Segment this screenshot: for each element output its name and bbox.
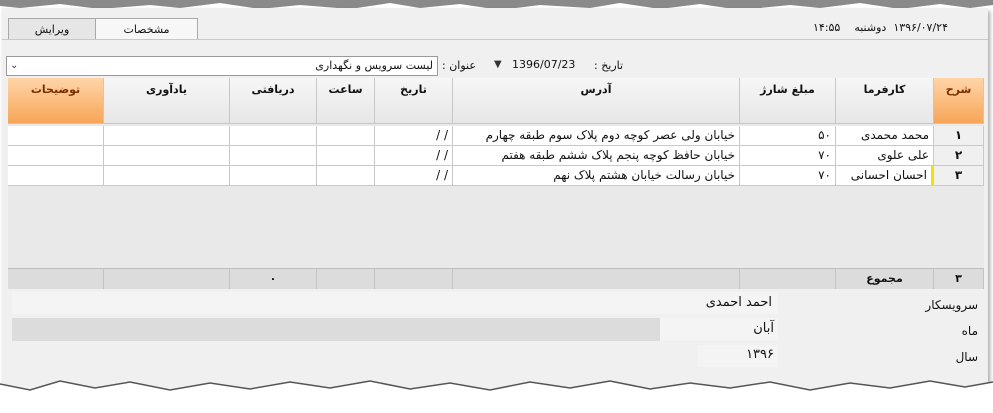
column-header-address[interactable]: آدرس: [453, 78, 740, 124]
month-label: ماه: [961, 324, 978, 338]
technician-label: سرویسکار: [925, 298, 978, 312]
date-cell[interactable]: / /: [375, 166, 453, 186]
date-filter-label: تاریخ :: [594, 59, 624, 72]
column-header-date[interactable]: تاریخ: [375, 78, 453, 124]
month-value: آبان: [753, 321, 774, 336]
row-index-cell[interactable]: ۲: [934, 146, 984, 166]
employer-cell[interactable]: محمد محمدی: [836, 126, 934, 146]
tab-strip: ویرایش مشخصات: [8, 18, 198, 40]
time-cell[interactable]: [317, 166, 375, 186]
summary-row: ۰ مجموع ۳: [8, 268, 984, 289]
reminder-cell[interactable]: [104, 146, 230, 166]
time-cell[interactable]: [317, 126, 375, 146]
employer-cell[interactable]: علی علوی: [836, 146, 934, 166]
year-value: ۱۳۹۶: [746, 347, 774, 362]
details-form: احمد احمدی سرویسکار آبان ماه ۱۳۹۶ سال: [8, 290, 984, 390]
employer-cell[interactable]: احسان احسانی: [836, 166, 934, 186]
column-header-reminder[interactable]: یادآوری: [104, 78, 230, 124]
tab-divider: [2, 39, 988, 40]
application-window: ویرایش مشخصات ۱۳۹۶/۰۷/۲۴ دوشنبه ۱۴:۵۵ تا…: [2, 8, 988, 400]
status-time: ۱۴:۵۵: [813, 21, 841, 34]
title-filter-label: عنوان :: [442, 59, 476, 72]
row-index-cell[interactable]: ۱: [934, 126, 984, 146]
status-day: دوشنبه: [854, 21, 887, 34]
date-cell[interactable]: / /: [375, 146, 453, 166]
status-date: ۱۳۹۶/۰۷/۲۴: [893, 21, 948, 34]
summary-time-cell: [317, 269, 375, 289]
notes-cell[interactable]: [8, 166, 104, 186]
tab-edit[interactable]: ویرایش: [8, 18, 96, 40]
address-cell[interactable]: خیابان رسالت خیابان هشتم پلاک نهم: [453, 166, 740, 186]
table-row[interactable]: / / خیابان حافظ کوچه پنجم پلاک ششم طبقه …: [8, 146, 984, 166]
technician-field[interactable]: احمد احمدی: [12, 292, 778, 314]
chevron-down-icon[interactable]: ⌄: [10, 57, 18, 75]
column-header-time[interactable]: ساعت: [317, 78, 375, 124]
column-header-received[interactable]: دریافتی: [230, 78, 317, 124]
status-datetime: ۱۳۹۶/۰۷/۲۴ دوشنبه ۱۴:۵۵: [813, 21, 948, 34]
address-cell[interactable]: خیابان حافظ کوچه پنجم پلاک ششم طبقه هفتم: [453, 146, 740, 166]
summary-received-total: ۰: [230, 269, 317, 289]
summary-date-cell: [375, 269, 453, 289]
date-filter-value: 1396/07/23: [512, 58, 576, 71]
year-label: سال: [955, 350, 978, 364]
tab-properties[interactable]: مشخصات: [95, 18, 198, 40]
title-select[interactable]: ⌄ لیست سرویس و نگهداری: [6, 56, 438, 76]
summary-charge-cell: [740, 269, 836, 289]
column-header-employer[interactable]: کارفرما: [836, 78, 934, 124]
notes-cell[interactable]: [8, 126, 104, 146]
received-cell[interactable]: [230, 126, 317, 146]
summary-address-cell: [453, 269, 740, 289]
title-select-value: لیست سرویس و نگهداری: [315, 59, 433, 72]
chevron-down-icon[interactable]: ▼: [494, 56, 502, 74]
month-field-filler: [12, 318, 660, 341]
column-header-charge[interactable]: مبلغ شارژ: [740, 78, 836, 124]
received-cell[interactable]: [230, 146, 317, 166]
column-header-notes[interactable]: توضیحات: [8, 78, 104, 124]
row-index-cell[interactable]: ۳: [934, 166, 984, 186]
torn-edge-bottom: [0, 380, 993, 413]
reminder-cell[interactable]: [104, 126, 230, 146]
table-row[interactable]: / / خیابان رسالت خیابان هشتم پلاک نهم ۷۰…: [8, 166, 984, 186]
service-grid: توضیحات یادآوری دریافتی ساعت تاریخ آدرس …: [8, 78, 984, 288]
notes-cell[interactable]: [8, 146, 104, 166]
charge-cell[interactable]: ۵۰: [740, 126, 836, 146]
charge-cell[interactable]: ۷۰: [740, 146, 836, 166]
date-cell[interactable]: / /: [375, 126, 453, 146]
summary-notes-cell: [8, 269, 104, 289]
address-cell[interactable]: خیابان ولی عصر کوچه دوم پلاک سوم طبقه چه…: [453, 126, 740, 146]
reminder-cell[interactable]: [104, 166, 230, 186]
summary-label: مجموع: [836, 269, 934, 289]
column-header-row[interactable]: شرح: [934, 78, 984, 124]
month-field[interactable]: آبان: [660, 318, 778, 341]
time-cell[interactable]: [317, 146, 375, 166]
received-cell[interactable]: [230, 166, 317, 186]
summary-reminder-cell: [104, 269, 230, 289]
technician-value: احمد احمدی: [705, 295, 772, 310]
charge-cell[interactable]: ۷۰: [740, 166, 836, 186]
date-filter-picker[interactable]: ▼ 1396/07/23: [490, 56, 588, 74]
table-row[interactable]: / / خیابان ولی عصر کوچه دوم پلاک سوم طبق…: [8, 126, 984, 146]
summary-count: ۳: [934, 269, 984, 289]
year-field[interactable]: ۱۳۹۶: [698, 345, 778, 367]
